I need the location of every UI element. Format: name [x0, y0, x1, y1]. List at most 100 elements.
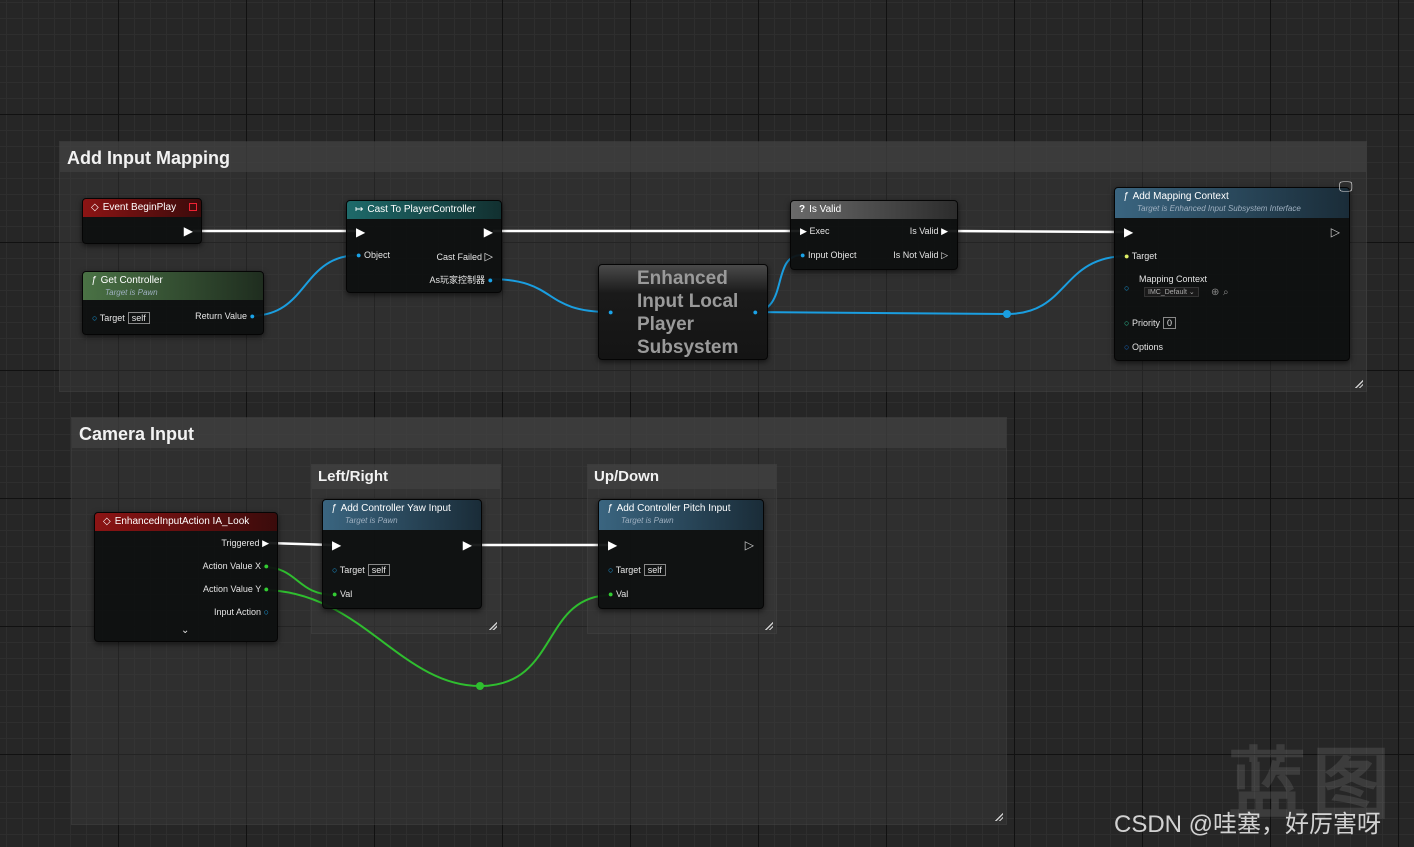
node-header: ƒ Add Mapping Context Target is Enhanced … — [1115, 188, 1349, 218]
wires-layer — [193, 229, 1129, 690]
target-value-box[interactable]: self — [127, 312, 150, 324]
pin-priority[interactable]: ○ Priority 0 — [1124, 317, 1176, 329]
node-subtitle: Target is Pawn — [621, 516, 674, 525]
exec-out-pin-icon: ▶ — [262, 538, 269, 548]
exec-in-pin-icon[interactable]: ▶ — [356, 225, 365, 239]
pin-label: As玩家控制器 — [429, 275, 486, 285]
pin-exec[interactable]: ▶ Exec — [800, 226, 829, 237]
delegate-pin-icon[interactable] — [189, 203, 197, 211]
exec-out-pin-icon[interactable]: ▶ — [184, 224, 193, 238]
exec-out-pin-icon[interactable]: ▶ — [484, 225, 493, 239]
node-add-controller-pitch-input[interactable]: ƒ Add Controller Pitch Input Target is Pa… — [598, 499, 764, 609]
pin-label: Input Action — [214, 607, 262, 617]
node-enhanced-input-subsystem[interactable]: Enhanced Input Local Player Subsystem ● … — [598, 264, 768, 360]
pin-target[interactable]: ○ Target self — [92, 312, 150, 324]
browse-search-icon[interactable]: ⌕ — [1223, 287, 1229, 298]
pin-cast-failed[interactable]: Cast Failed ▷ — [436, 250, 493, 263]
node-header: ƒ Get Controller Target is Pawn — [83, 272, 263, 300]
node-is-valid[interactable]: ? Is Valid ▶ Exec Is Valid ▶ ● Input Obje… — [790, 200, 958, 270]
node-add-mapping-context[interactable]: ƒ Add Mapping Context Target is Enhanced … — [1114, 187, 1350, 361]
node-subtitle: Target is Enhanced Input Subsystem Inter… — [1137, 204, 1301, 213]
pin-target[interactable]: ○ Target self — [332, 564, 390, 576]
pin-options[interactable]: ○ Options — [1124, 342, 1163, 352]
event-diamond-icon: ◇ — [103, 516, 111, 527]
exec-in-pin-icon[interactable]: ▶ — [332, 538, 341, 552]
reroute-node — [1003, 310, 1011, 318]
node-title: Add Mapping Context — [1132, 191, 1229, 202]
object-pin-icon[interactable]: ○ — [1124, 283, 1129, 293]
node-title: Add Controller Pitch Input — [616, 503, 731, 514]
pin-label: Cast Failed — [436, 252, 483, 262]
exec-in-pin-icon[interactable]: ▶ — [608, 538, 617, 552]
exec-in-pin-icon: ▶ — [800, 226, 807, 236]
object-wire — [487, 278, 611, 313]
chevron-down-icon: ⌄ — [1188, 289, 1195, 296]
pin-is-valid[interactable]: Is Valid ▶ — [910, 226, 948, 237]
pin-label: Is Not Valid — [893, 250, 939, 260]
pin-label: Action Value X — [202, 561, 262, 571]
exec-out-pin-icon: ▷ — [484, 251, 493, 263]
node-subtitle: Target is Pawn — [105, 288, 158, 297]
pin-return-value[interactable]: Return Value ● — [195, 311, 255, 321]
pin-input-object[interactable]: ● Input Object — [800, 250, 856, 260]
pin-triggered[interactable]: Triggered ▶ — [221, 538, 269, 549]
pin-action-value-x[interactable]: Action Value X ● — [203, 561, 269, 571]
pin-input-action[interactable]: Input Action ○ — [214, 607, 269, 617]
pin-val[interactable]: ● Val — [608, 589, 628, 599]
node-input-action-ia-look[interactable]: ◇ EnhancedInputAction IA_Look Triggered ▶… — [94, 512, 278, 642]
title-line: Input Local — [637, 291, 739, 312]
target-value-box[interactable]: self — [643, 564, 666, 576]
object-wire — [751, 311, 1008, 315]
object-pin-icon: ○ — [332, 565, 338, 575]
expand-chevron-icon[interactable]: ⌄ — [181, 625, 189, 636]
object-in-pin-icon[interactable]: ● — [608, 307, 613, 317]
float-pin-icon: ● — [263, 584, 269, 594]
pin-as-player-controller[interactable]: As玩家控制器 ● — [430, 273, 493, 286]
pin-target[interactable]: ● Target — [1124, 251, 1157, 261]
pin-label: Input Object — [807, 250, 857, 260]
object-pin-icon: ○ — [92, 313, 98, 323]
exec-out-pin-icon: ▷ — [941, 250, 948, 260]
pin-label: Val — [615, 589, 629, 599]
node-add-controller-yaw-input[interactable]: ƒ Add Controller Yaw Input Target is Pawn… — [322, 499, 482, 609]
priority-value-box[interactable]: 0 — [1162, 317, 1176, 329]
node-get-controller[interactable]: ƒ Get Controller Target is Pawn ○ Target s… — [82, 271, 264, 335]
target-value-box[interactable]: self — [367, 564, 390, 576]
object-pin-icon: ● — [487, 275, 493, 285]
title-line: Subsystem — [637, 337, 739, 358]
node-header: ƒ Add Controller Yaw Input Target is Pawn — [323, 500, 481, 530]
pin-object[interactable]: ● Object — [356, 250, 390, 260]
exec-out-pin-icon[interactable]: ▷ — [745, 538, 754, 552]
subsystem-title: Enhanced Input Local Player Subsystem — [637, 267, 738, 359]
pin-action-value-y[interactable]: Action Value Y ● — [203, 584, 269, 594]
exec-out-pin-icon[interactable]: ▷ — [1331, 225, 1340, 239]
exec-out-pin-icon[interactable]: ▶ — [463, 538, 472, 552]
reroute-node — [476, 682, 484, 690]
pin-is-not-valid[interactable]: Is Not Valid ▷ — [893, 250, 948, 261]
object-pin-icon: ● — [356, 250, 362, 260]
node-title: EnhancedInputAction IA_Look — [114, 516, 250, 527]
object-out-pin-icon[interactable]: ● — [753, 307, 758, 317]
exec-in-pin-icon[interactable]: ▶ — [1124, 225, 1133, 239]
object-wire — [1006, 255, 1129, 315]
exec-wire — [944, 229, 1125, 234]
pin-label: Options — [1131, 342, 1163, 352]
exec-out-pin-icon: ▶ — [941, 226, 948, 236]
object-pin-icon: ● — [800, 250, 806, 260]
title-line: Enhanced — [637, 268, 728, 289]
pin-label: Target — [339, 565, 365, 575]
use-selected-icon[interactable]: ⊕ — [1211, 287, 1219, 298]
node-event-begin-play[interactable]: ◇ Event BeginPlay ▶ — [82, 198, 202, 244]
float-pin-icon: ● — [608, 589, 614, 599]
node-title: Is Valid — [809, 204, 842, 215]
node-cast-to-player-controller[interactable]: ↦ Cast To PlayerController ▶ ▶ ● Object C… — [346, 200, 502, 293]
mapping-context-dropdown[interactable]: IMC_Default ⌄ — [1144, 287, 1199, 297]
struct-pin-icon: ○ — [1124, 342, 1130, 352]
int-pin-icon: ○ — [1124, 318, 1130, 328]
pin-label: Target — [99, 313, 125, 323]
pin-target[interactable]: ○ Target self — [608, 564, 666, 576]
pin-label: Object — [363, 250, 390, 260]
monitor-icon[interactable]: 🖵 — [1339, 178, 1353, 195]
pin-val[interactable]: ● Val — [332, 589, 352, 599]
cast-arrow-icon: ↦ — [355, 204, 364, 215]
